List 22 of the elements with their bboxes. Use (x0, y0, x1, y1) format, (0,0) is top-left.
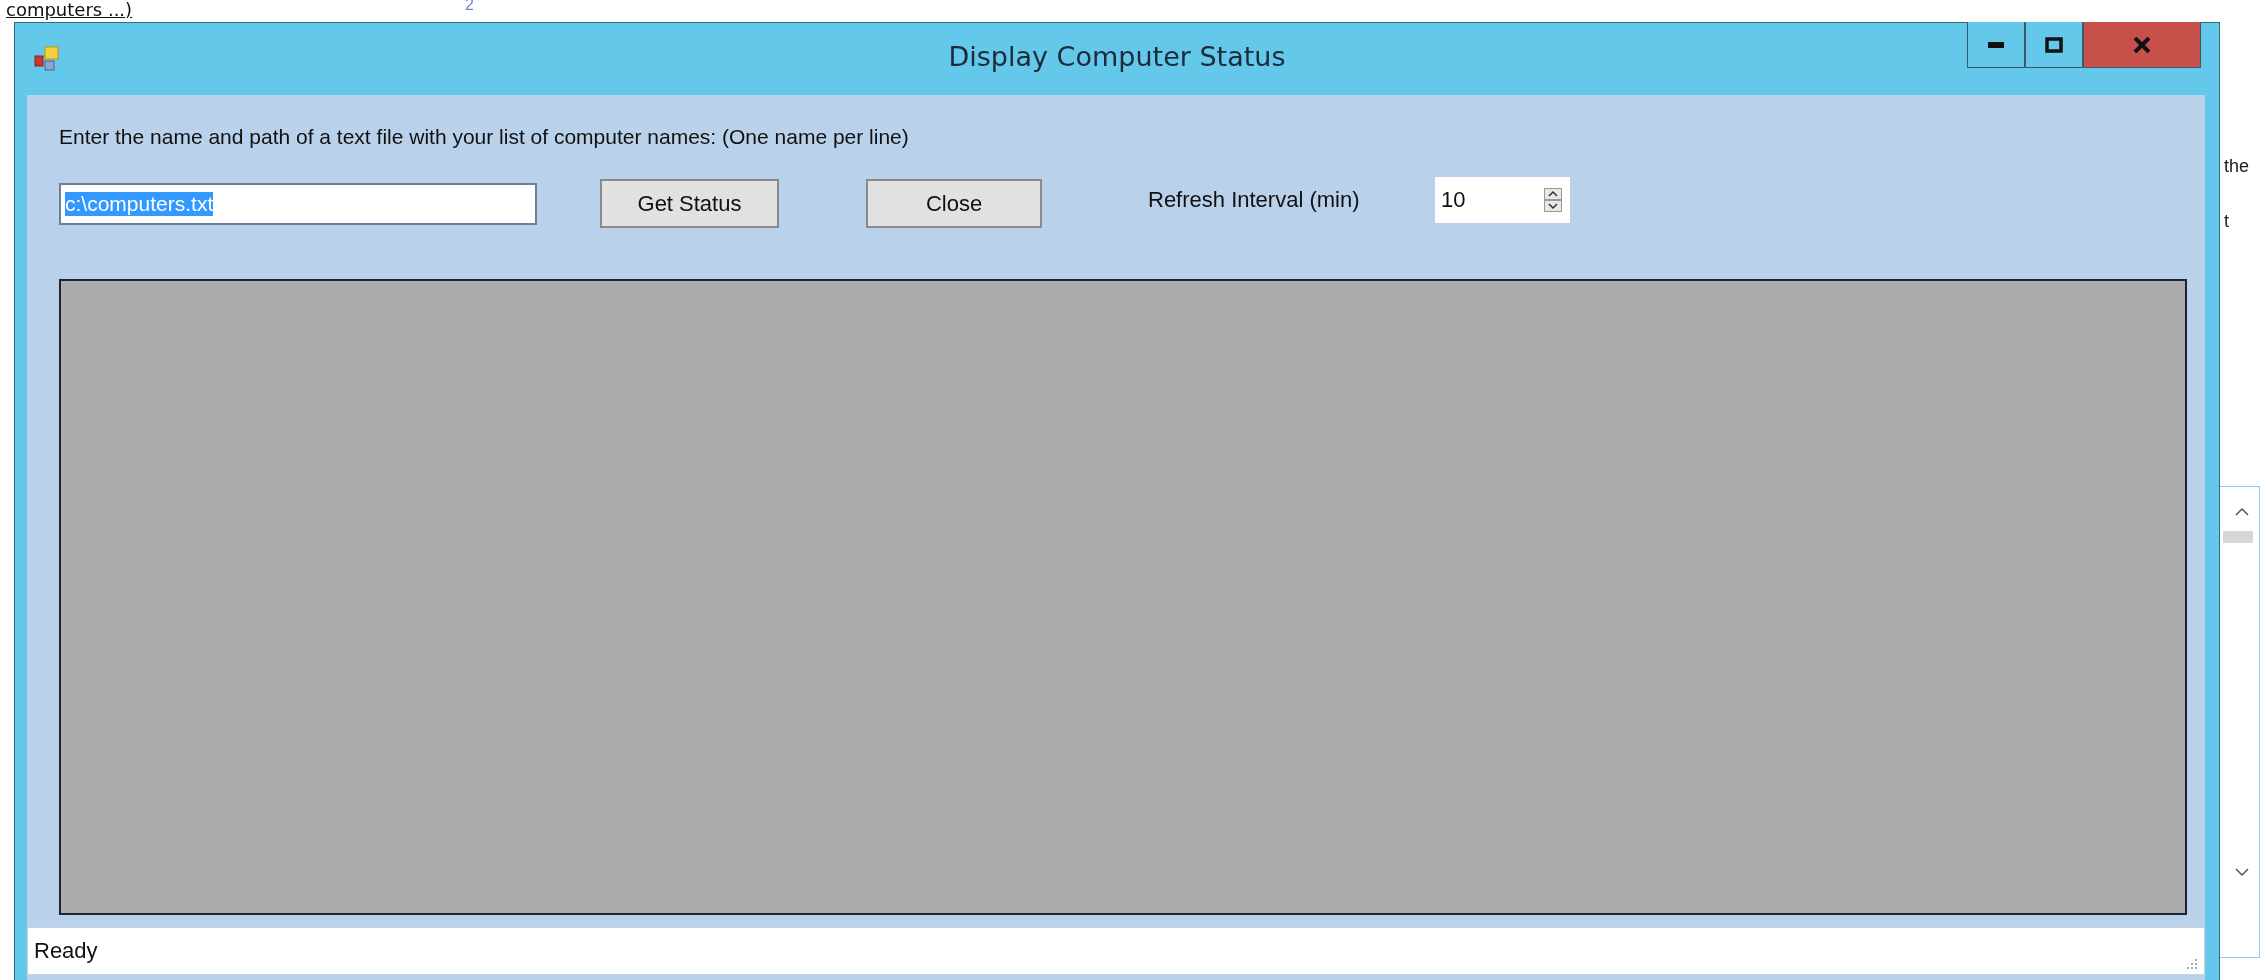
resize-grip-icon[interactable] (2186, 958, 2198, 970)
spin-down-icon[interactable] (1544, 200, 1562, 212)
scrollbar-thumb[interactable] (2223, 531, 2253, 543)
instruction-label: Enter the name and path of a text file with your list of computer names: (One name per line) (59, 125, 909, 149)
spin-up-icon[interactable] (1544, 188, 1562, 200)
get-status-button[interactable]: Get Status (600, 179, 779, 228)
close-form-button[interactable]: Close (866, 179, 1042, 228)
scroll-up-icon[interactable] (2235, 507, 2249, 517)
background-heading: computers ...) (6, 0, 133, 20)
status-text: Ready (34, 938, 98, 964)
minimize-icon (1988, 41, 2004, 48)
scroll-down-icon[interactable] (2235, 867, 2249, 877)
background-text: t (2224, 211, 2230, 232)
close-button[interactable] (2083, 22, 2201, 68)
minimize-button[interactable] (1967, 22, 2025, 68)
refresh-interval-spinner[interactable]: 10 (1435, 177, 1570, 223)
window-title: Display Computer Status (947, 41, 1287, 72)
maximize-button[interactable] (2025, 22, 2083, 68)
refresh-interval-label: Refresh Interval (min) (1148, 187, 1360, 213)
close-icon (2133, 36, 2151, 53)
background-text: the (2224, 156, 2250, 177)
maximize-icon (2045, 36, 2063, 53)
